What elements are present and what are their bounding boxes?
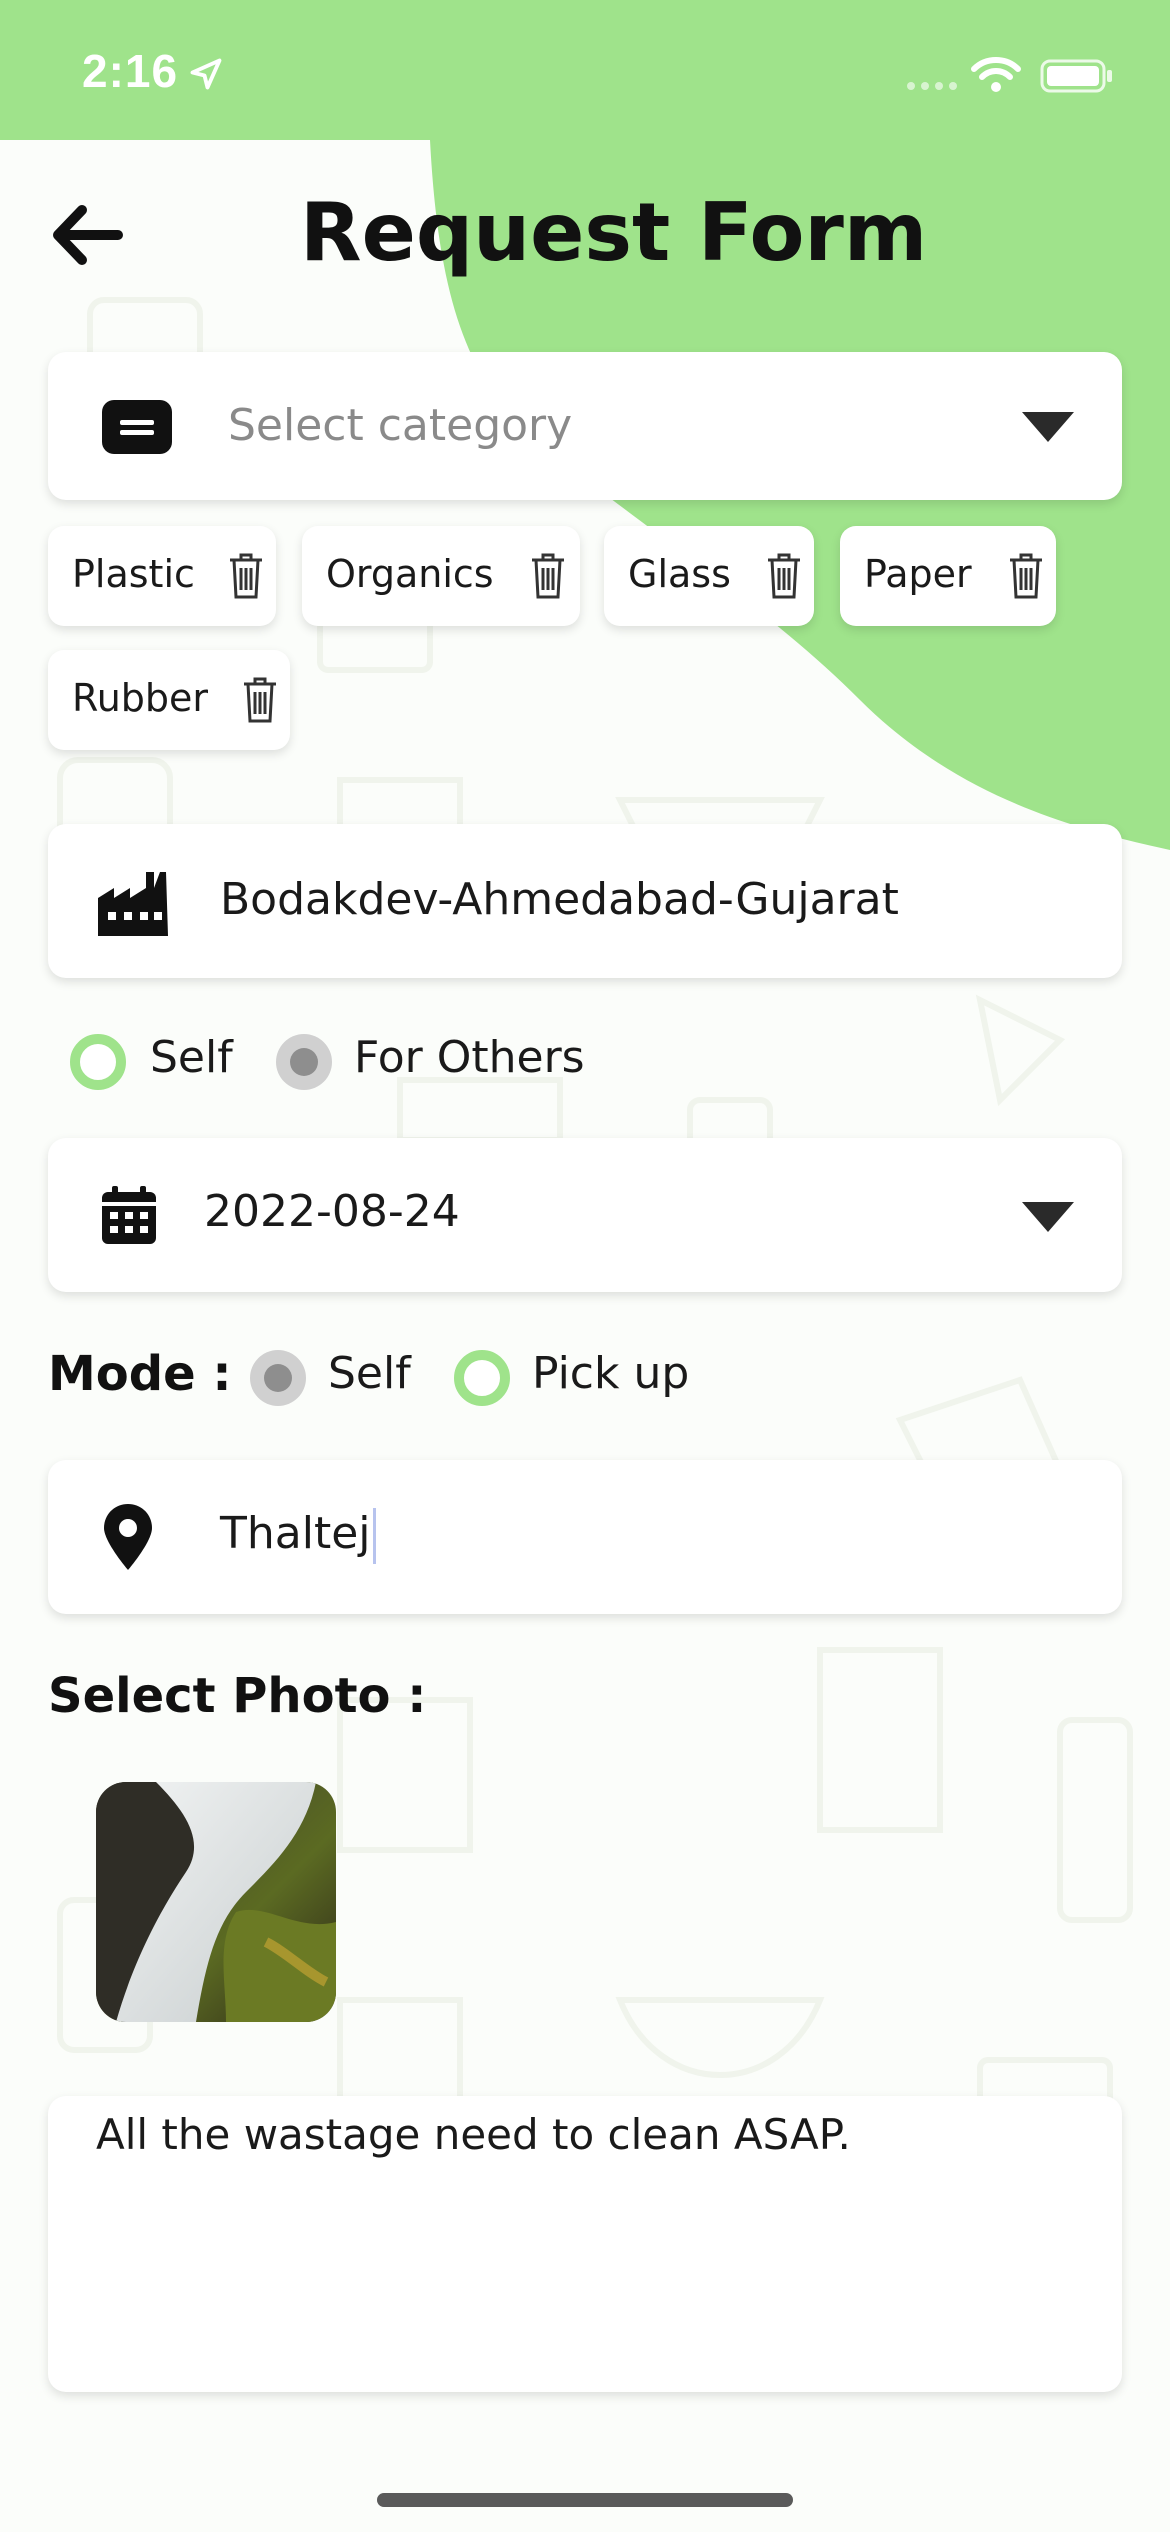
trash-icon[interactable] xyxy=(240,676,280,724)
home-indicator xyxy=(377,2493,793,2507)
trash-icon[interactable] xyxy=(226,552,266,600)
chip-label: Plastic xyxy=(72,552,195,596)
trash-icon[interactable] xyxy=(528,552,568,600)
description-value: All the wastage need to clean ASAP. xyxy=(96,2110,851,2159)
radio-mode-pickup[interactable] xyxy=(454,1350,510,1406)
waterfall-photo xyxy=(96,1782,336,2022)
trash-icon[interactable] xyxy=(764,552,804,600)
location-arrow-icon xyxy=(190,58,222,90)
wifi-icon xyxy=(971,57,1021,92)
mode-label: Mode : xyxy=(48,1346,232,1402)
category-chip: Rubber xyxy=(48,650,290,750)
radio-label-mode-pickup: Pick up xyxy=(532,1348,690,1399)
page-title: Request Form xyxy=(300,186,928,279)
radio-label-for-others: For Others xyxy=(354,1032,585,1083)
photo-label: Select Photo : xyxy=(48,1668,427,1724)
header: Request Form xyxy=(0,170,1170,300)
chip-label: Glass xyxy=(628,552,731,596)
chip-label: Organics xyxy=(326,552,494,596)
category-placeholder: Select category xyxy=(228,400,573,451)
category-chip: Paper xyxy=(840,526,1056,626)
signal-dots-icon xyxy=(907,82,957,90)
calendar-icon xyxy=(102,1186,156,1244)
status-time: 2:16 xyxy=(82,45,179,97)
chip-label: Paper xyxy=(864,552,972,596)
date-select[interactable]: 2022-08-24 xyxy=(48,1138,1122,1292)
date-value: 2022-08-24 xyxy=(204,1186,460,1237)
radio-label-self: Self xyxy=(150,1032,233,1083)
address-field[interactable]: Bodakdev-Ahmedabad-Gujarat xyxy=(48,824,1122,978)
radio-for-others[interactable] xyxy=(276,1034,332,1090)
category-chip: Glass xyxy=(604,526,814,626)
category-card-icon xyxy=(102,400,172,454)
radio-label-mode-self: Self xyxy=(328,1348,411,1399)
trash-icon[interactable] xyxy=(1006,552,1046,600)
category-select[interactable]: Select category xyxy=(48,352,1122,500)
map-pin-icon xyxy=(104,1504,152,1570)
location-input[interactable]: Thaltej xyxy=(220,1508,376,1564)
battery-icon xyxy=(1040,59,1112,93)
text-cursor xyxy=(372,1508,376,1564)
location-field[interactable]: Thaltej xyxy=(48,1460,1122,1614)
arrow-left-icon[interactable] xyxy=(48,200,128,270)
caret-down-icon[interactable] xyxy=(1022,412,1074,442)
radio-mode-self[interactable] xyxy=(250,1350,306,1406)
status-bar: 2:16 xyxy=(0,0,1170,140)
radio-self[interactable] xyxy=(70,1034,126,1090)
photo-thumbnail[interactable] xyxy=(96,1782,336,2022)
address-value: Bodakdev-Ahmedabad-Gujarat xyxy=(220,874,899,925)
category-chip: Plastic xyxy=(48,526,276,626)
location-value: Thaltej xyxy=(220,1508,371,1559)
factory-icon xyxy=(98,872,168,936)
category-chip: Organics xyxy=(302,526,580,626)
description-textarea[interactable]: All the wastage need to clean ASAP. xyxy=(48,2096,1122,2392)
chip-label: Rubber xyxy=(72,676,209,720)
caret-down-icon[interactable] xyxy=(1022,1202,1074,1232)
mode-options: Self Pick up xyxy=(250,1346,850,1416)
request-for-options: Self For Others xyxy=(70,1030,670,1100)
